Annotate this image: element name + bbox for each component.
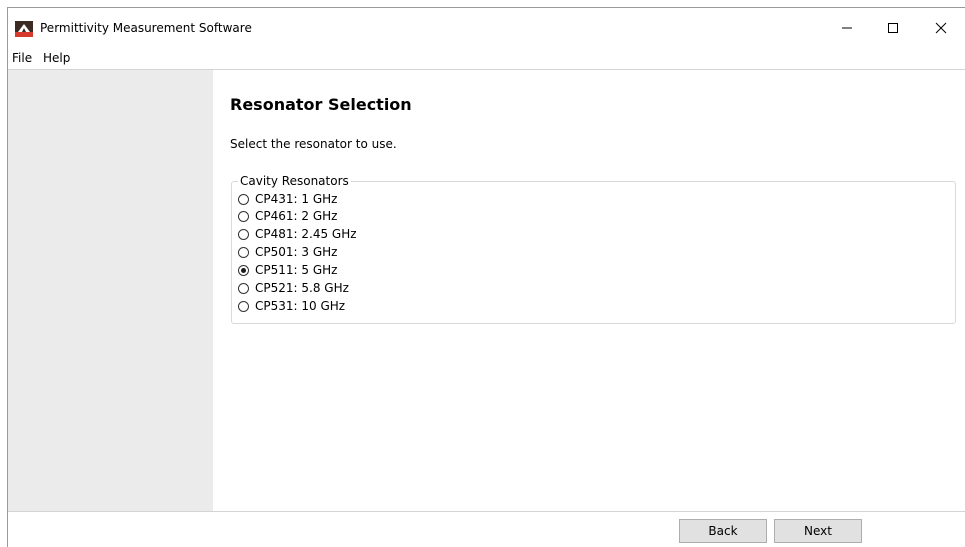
radio-button[interactable]: [238, 193, 249, 205]
next-button[interactable]: Next: [774, 519, 862, 543]
radio-label: CP531: 10 GHz: [255, 299, 346, 313]
page-instructions: Select the resonator to use.: [230, 137, 397, 151]
window-title: Permittivity Measurement Software: [40, 21, 252, 35]
radio-label: CP501: 3 GHz: [255, 245, 338, 259]
menu-file[interactable]: File: [10, 51, 34, 65]
maximize-icon: [888, 23, 898, 33]
maximize-button[interactable]: [870, 8, 916, 48]
app-logo-icon: [15, 21, 33, 37]
radio-button[interactable]: [238, 282, 249, 294]
radio-button[interactable]: [238, 210, 249, 222]
radio-button[interactable]: [238, 246, 249, 258]
radio-option-cp431[interactable]: CP431: 1 GHz: [238, 191, 337, 207]
close-button[interactable]: [918, 8, 964, 48]
minimize-icon: [842, 27, 852, 29]
page-title: Resonator Selection: [230, 95, 412, 114]
group-legend: Cavity Resonators: [238, 174, 351, 188]
app-window: Permittivity Measurement Software File H…: [7, 7, 965, 547]
close-icon: [935, 22, 947, 34]
radio-button-selected[interactable]: [238, 264, 249, 276]
radio-label: CP481: 2.45 GHz: [255, 227, 357, 241]
title-bar[interactable]: Permittivity Measurement Software: [8, 8, 965, 48]
footer-divider: [8, 511, 965, 512]
minimize-button[interactable]: [824, 8, 870, 48]
sidebar-panel: [8, 69, 213, 511]
radio-label: CP511: 5 GHz: [255, 263, 338, 277]
radio-option-cp461[interactable]: CP461: 2 GHz: [238, 208, 337, 224]
radio-label: CP431: 1 GHz: [255, 192, 338, 206]
radio-option-cp511[interactable]: CP511: 5 GHz: [238, 262, 337, 278]
radio-label: CP521: 5.8 GHz: [255, 281, 349, 295]
radio-option-cp481[interactable]: CP481: 2.45 GHz: [238, 226, 357, 242]
radio-option-cp521[interactable]: CP521: 5.8 GHz: [238, 280, 349, 296]
radio-option-cp531[interactable]: CP531: 10 GHz: [238, 298, 345, 314]
radio-label: CP461: 2 GHz: [255, 209, 338, 223]
menu-help[interactable]: Help: [41, 51, 72, 65]
radio-button[interactable]: [238, 228, 249, 240]
menu-bar: File Help: [8, 48, 965, 69]
radio-option-cp501[interactable]: CP501: 3 GHz: [238, 244, 337, 260]
back-button[interactable]: Back: [679, 519, 767, 543]
radio-button[interactable]: [238, 300, 249, 312]
content-divider: [213, 69, 965, 70]
